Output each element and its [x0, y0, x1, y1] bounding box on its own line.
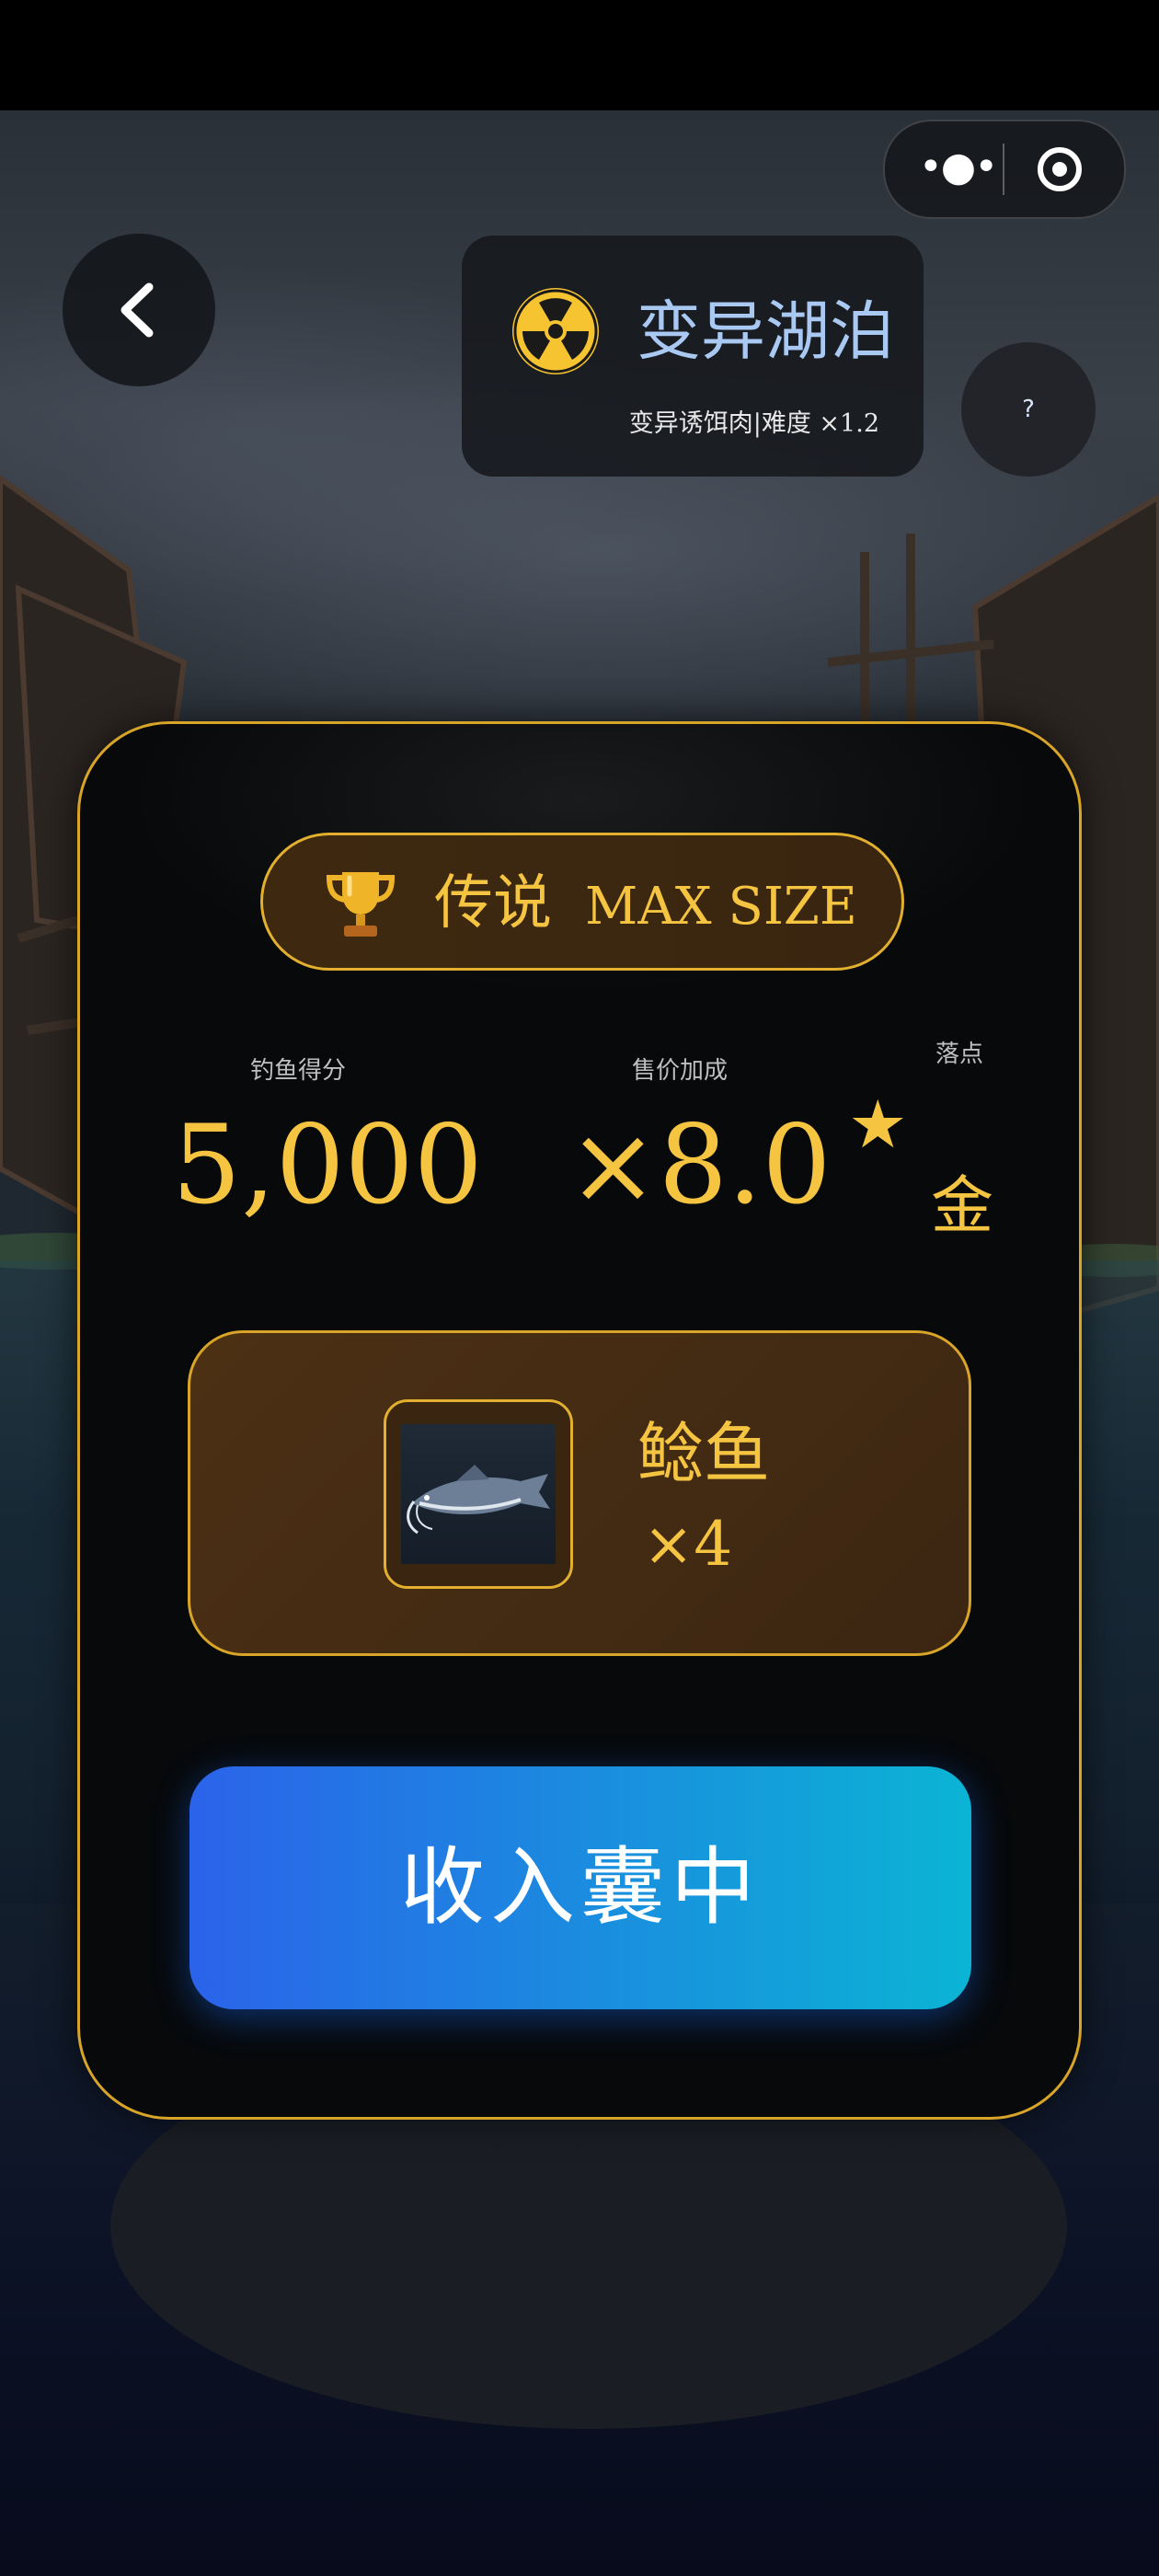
size-tag: MAX SIZE [585, 877, 857, 937]
bonus-value: ×8.0 [568, 1101, 832, 1228]
radiation-icon [512, 288, 599, 374]
landing-star-icon: ★ [848, 1086, 908, 1163]
rank-badge: 传说 MAX SIZE [260, 833, 904, 971]
score-value: 5,000 [172, 1101, 483, 1228]
fish-name: 鲶鱼 [637, 1415, 771, 1492]
catfish-image [401, 1424, 556, 1564]
fish-count: ×4 [643, 1509, 733, 1580]
help-button[interactable]: ? [961, 342, 1096, 477]
location-title-card: 变异湖泊 变异诱饵肉|难度 ×1.2 [462, 236, 924, 477]
back-button[interactable] [63, 234, 215, 386]
capsule-divider [1003, 144, 1004, 195]
location-title: 变异湖泊 [637, 293, 894, 369]
target-circle-icon[interactable] [1038, 147, 1082, 191]
catch-item-card: 鲶鱼 ×4 [188, 1330, 971, 1656]
landing-grade: 金 [931, 1170, 994, 1243]
score-label: 钓鱼得分 [250, 1057, 347, 1085]
fish-image-frame [384, 1399, 573, 1589]
rank-label: 传说 [434, 869, 552, 937]
bait-difficulty-text: 变异诱饵肉|难度 ×1.2 [628, 409, 879, 438]
more-dots-icon[interactable]: •●• [916, 147, 999, 190]
bonus-label: 售价加成 [632, 1057, 729, 1085]
chevron-left-icon [120, 282, 154, 338]
trophy-icon [326, 872, 396, 937]
status-bar [0, 0, 1159, 110]
miniprogram-capsule: •●• [883, 120, 1126, 219]
collect-button[interactable]: 收入囊中 [189, 1766, 971, 2009]
landing-label: 落点 [935, 1041, 984, 1068]
